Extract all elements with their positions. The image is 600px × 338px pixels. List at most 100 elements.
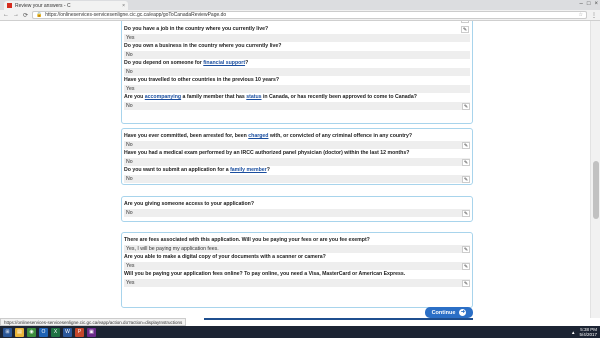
lock-icon: 🔒 xyxy=(36,12,43,18)
file-explorer-icon[interactable]: ▤ xyxy=(15,327,24,337)
edit-pencil-icon[interactable]: ✎ xyxy=(462,142,470,149)
question-text: There are fees associated with this appl… xyxy=(122,236,472,245)
question-text: Will you be paying your application fees… xyxy=(122,270,472,279)
browser-tab[interactable]: Review your answers - C × xyxy=(4,1,128,10)
answer-value: Yes xyxy=(124,84,470,93)
answer-value: Yes xyxy=(124,278,470,287)
star-icon[interactable]: ☆ xyxy=(579,12,583,18)
answer-value: Yes, I will be paying my application fee… xyxy=(124,244,470,253)
scrollbar-thumb[interactable] xyxy=(593,161,599,219)
question-item: Will you be paying your application fees… xyxy=(122,270,472,287)
answer-value: No xyxy=(124,67,470,76)
windows-start-icon[interactable]: ⊞ xyxy=(3,327,12,337)
arrow-right-icon: ➜ xyxy=(459,309,467,316)
clock-date: 5/4/2017 xyxy=(579,332,597,337)
question-part: Are you giving someone access to your ap… xyxy=(124,201,255,207)
review-section: Do you have a job in the country where y… xyxy=(121,21,473,124)
question-item: Do you depend on someone for financial s… xyxy=(122,59,472,76)
review-section: Have you ever committed, been arrested f… xyxy=(121,128,473,185)
answer-value: Yes xyxy=(124,261,470,270)
question-part: Will you be paying your application fees… xyxy=(124,271,406,277)
edit-pencil-icon[interactable]: ✎ xyxy=(462,210,470,217)
question-text: Are you able to make a digital copy of y… xyxy=(122,253,472,262)
question-part: Do you want to submit an application for… xyxy=(124,167,231,173)
edit-pencil-icon[interactable]: ✎ xyxy=(462,280,470,287)
question-part: Do you have a job in the country where y… xyxy=(124,26,269,32)
question-part: Do you depend on someone for xyxy=(124,60,204,66)
question-part: Have you ever committed, been arrested f… xyxy=(124,133,249,139)
review-page: Do you have a job in the country where y… xyxy=(0,21,590,318)
tab-title: Review your answers - C xyxy=(15,2,71,9)
tab-bar: Review your answers - C × – □ × xyxy=(0,0,600,10)
question-part: Do you own a business in the country whe… xyxy=(124,43,282,49)
status-url: https://onlineservices-servicesenligne.c… xyxy=(0,318,187,326)
outlook-icon[interactable]: O xyxy=(39,327,48,337)
answer-value: No xyxy=(124,208,470,217)
glossary-link[interactable]: charged xyxy=(248,133,268,139)
chrome-icon[interactable]: ◉ xyxy=(27,327,36,337)
question-part: Are you able to make a digital copy of y… xyxy=(124,254,326,260)
question-text: Have you ever committed, been arrested f… xyxy=(122,132,472,141)
excel-icon[interactable]: X xyxy=(51,327,60,337)
maximize-icon[interactable]: □ xyxy=(587,1,591,7)
question-part: ? xyxy=(266,167,270,173)
question-text: Do you have a job in the country where y… xyxy=(122,25,472,34)
edit-pencil-icon[interactable]: ✎ xyxy=(461,21,469,23)
minimize-icon[interactable]: – xyxy=(580,1,583,7)
answer-value: No xyxy=(124,174,470,183)
glossary-link[interactable]: accompanying xyxy=(145,94,181,100)
glossary-link[interactable]: financial support xyxy=(203,60,245,66)
menu-icon[interactable]: ⋮ xyxy=(591,12,597,19)
question-text: Have you had a medical exam performed by… xyxy=(122,149,472,158)
answer-value: No xyxy=(124,140,470,149)
review-section: There are fees associated with this appl… xyxy=(121,232,473,308)
close-window-icon[interactable]: × xyxy=(594,1,598,7)
answer-value: No xyxy=(124,101,470,110)
continue-button[interactable]: Continue ➜ xyxy=(425,307,473,318)
question-item: Are you giving someone access to your ap… xyxy=(122,200,472,217)
edit-pencil-icon[interactable]: ✎ xyxy=(462,176,470,183)
scrollbar[interactable] xyxy=(590,21,600,318)
question-text: Are you accompanying a family member tha… xyxy=(122,93,472,102)
network-icon[interactable]: ▲ xyxy=(571,330,575,335)
url-field[interactable]: 🔒 https://onlineservices-servicesenligne… xyxy=(32,11,587,19)
edit-pencil-icon[interactable]: ✎ xyxy=(462,103,470,110)
edit-pencil-icon[interactable]: ✎ xyxy=(462,263,470,270)
question-part: a family member that has xyxy=(181,94,247,100)
question-part: Have you had a medical exam performed by… xyxy=(124,150,410,156)
app-icon[interactable]: ▣ xyxy=(87,327,96,337)
word-icon[interactable]: W xyxy=(63,327,72,337)
answer-value: Yes xyxy=(124,33,470,42)
question-part: with, or convicted of any criminal offen… xyxy=(268,133,412,139)
reload-icon[interactable]: ⟳ xyxy=(23,12,28,19)
glossary-link[interactable]: family member xyxy=(230,167,267,173)
question-item: Do you have a job in the country where y… xyxy=(122,25,472,42)
question-item: Do you own a business in the country whe… xyxy=(122,42,472,59)
question-text: Have you travelled to other countries in… xyxy=(122,76,472,85)
back-icon[interactable]: ← xyxy=(3,12,9,18)
edit-pencil-icon[interactable]: ✎ xyxy=(462,246,470,253)
question-text: Do you depend on someone for financial s… xyxy=(122,59,472,68)
question-item: Have you ever committed, been arrested f… xyxy=(122,132,472,149)
forward-icon[interactable]: → xyxy=(13,12,19,18)
window-controls: – □ × xyxy=(580,1,598,7)
question-item: There are fees associated with this appl… xyxy=(122,236,472,253)
continue-label: Continue xyxy=(431,309,456,316)
question-item: Are you able to make a digital copy of y… xyxy=(122,253,472,270)
question-text: Do you want to submit an application for… xyxy=(122,166,472,175)
system-tray: ▲ 5:38 PM 5/4/2017 xyxy=(571,327,597,337)
edit-pencil-icon[interactable]: ✎ xyxy=(462,159,470,166)
question-part: Have you travelled to other countries in… xyxy=(124,77,280,83)
address-bar-row: ← → ⟳ 🔒 https://onlineservices-servicese… xyxy=(0,10,600,21)
clock[interactable]: 5:38 PM 5/4/2017 xyxy=(579,327,597,337)
glossary-link[interactable]: status xyxy=(246,94,261,100)
question-part: in Canada, or has recently been approved… xyxy=(261,94,417,100)
tab-close-icon[interactable]: × xyxy=(122,3,125,9)
footer-bar xyxy=(204,318,473,320)
question-text: Do you own a business in the country whe… xyxy=(122,42,472,51)
edit-pencil-icon[interactable]: ✎ xyxy=(461,26,469,33)
powerpoint-icon[interactable]: P xyxy=(75,327,84,337)
question-item: Do you want to submit an application for… xyxy=(122,166,472,183)
review-section: Are you giving someone access to your ap… xyxy=(121,196,473,222)
question-item: Have you had a medical exam performed by… xyxy=(122,149,472,166)
